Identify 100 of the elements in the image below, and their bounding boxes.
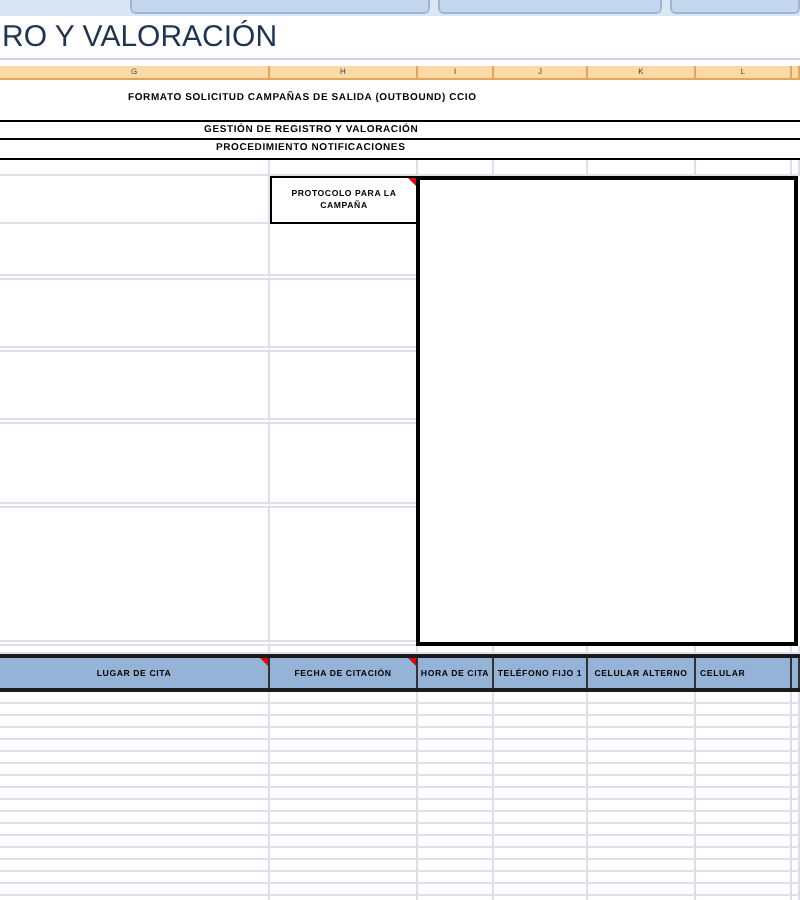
spreadsheet-cell[interactable] xyxy=(270,752,418,764)
spreadsheet-cell[interactable] xyxy=(792,764,800,776)
spreadsheet-cell[interactable] xyxy=(792,884,800,896)
spreadsheet-cell[interactable] xyxy=(696,884,792,896)
spreadsheet-cell[interactable] xyxy=(588,160,696,176)
spreadsheet-cell[interactable] xyxy=(270,872,418,884)
spreadsheet-cell[interactable] xyxy=(418,872,494,884)
spreadsheet-cell[interactable] xyxy=(270,860,418,872)
spreadsheet-cell[interactable] xyxy=(494,824,588,836)
spreadsheet-cell[interactable] xyxy=(588,800,696,812)
spreadsheet-cell[interactable] xyxy=(792,692,800,704)
spreadsheet-cell[interactable] xyxy=(494,704,588,716)
spreadsheet-cell[interactable] xyxy=(588,752,696,764)
spreadsheet-cell[interactable] xyxy=(494,752,588,764)
spreadsheet-cell[interactable] xyxy=(418,800,494,812)
spreadsheet-cell[interactable] xyxy=(0,836,270,848)
spreadsheet-cell[interactable] xyxy=(696,872,792,884)
spreadsheet-cell[interactable] xyxy=(792,788,800,800)
spreadsheet-cell[interactable] xyxy=(696,716,792,728)
spreadsheet-cell[interactable] xyxy=(270,692,418,704)
spreadsheet-cell[interactable] xyxy=(588,788,696,800)
spreadsheet-cell[interactable] xyxy=(0,824,270,836)
spreadsheet-cell[interactable] xyxy=(696,812,792,824)
spreadsheet-cell[interactable] xyxy=(588,776,696,788)
spreadsheet-cell[interactable] xyxy=(696,848,792,860)
spreadsheet-cell[interactable] xyxy=(792,704,800,716)
spreadsheet-cell[interactable] xyxy=(792,752,800,764)
spreadsheet-cell[interactable] xyxy=(494,848,588,860)
spreadsheet-cell[interactable] xyxy=(418,160,494,176)
spreadsheet-cell[interactable] xyxy=(494,764,588,776)
spreadsheet-cell[interactable] xyxy=(494,800,588,812)
spreadsheet-cell[interactable] xyxy=(0,884,270,896)
spreadsheet-cell[interactable] xyxy=(418,704,494,716)
spreadsheet-cell[interactable] xyxy=(696,860,792,872)
spreadsheet-cell[interactable] xyxy=(792,740,800,752)
spreadsheet-cell[interactable] xyxy=(588,692,696,704)
spreadsheet-cell[interactable] xyxy=(418,716,494,728)
spreadsheet-cell[interactable] xyxy=(588,884,696,896)
spreadsheet-cell[interactable] xyxy=(270,740,418,752)
spreadsheet-cell[interactable] xyxy=(792,728,800,740)
spreadsheet-cell[interactable] xyxy=(418,860,494,872)
spreadsheet-cell[interactable] xyxy=(588,764,696,776)
spreadsheet-cell[interactable] xyxy=(0,176,270,224)
dropdown-field[interactable] xyxy=(438,0,662,14)
spreadsheet-cell[interactable] xyxy=(418,764,494,776)
spreadsheet-cell[interactable] xyxy=(696,752,792,764)
spreadsheet-cell[interactable] xyxy=(418,848,494,860)
spreadsheet-cell[interactable] xyxy=(270,160,418,176)
spreadsheet-cell[interactable] xyxy=(270,776,418,788)
spreadsheet-cell[interactable] xyxy=(0,160,270,176)
spreadsheet-cell[interactable] xyxy=(0,352,270,424)
spreadsheet-cell[interactable] xyxy=(588,860,696,872)
spreadsheet-cell[interactable] xyxy=(494,836,588,848)
spreadsheet-cell[interactable] xyxy=(696,740,792,752)
spreadsheet-cell[interactable] xyxy=(418,728,494,740)
spreadsheet-cell[interactable] xyxy=(0,508,270,646)
spreadsheet-cell[interactable] xyxy=(0,800,270,812)
spreadsheet-cell[interactable] xyxy=(0,764,270,776)
spreadsheet-cell[interactable] xyxy=(792,860,800,872)
spreadsheet-cell[interactable] xyxy=(418,884,494,896)
spreadsheet-cell[interactable] xyxy=(792,824,800,836)
spreadsheet-cell[interactable] xyxy=(418,812,494,824)
spreadsheet-cell[interactable] xyxy=(696,824,792,836)
spreadsheet-cell[interactable] xyxy=(792,776,800,788)
spreadsheet-cell[interactable] xyxy=(270,716,418,728)
spreadsheet-cell[interactable] xyxy=(0,424,270,508)
spreadsheet-cell[interactable] xyxy=(588,728,696,740)
spreadsheet-cell[interactable] xyxy=(696,800,792,812)
spreadsheet-cell[interactable] xyxy=(696,764,792,776)
spreadsheet-cell[interactable] xyxy=(792,872,800,884)
spreadsheet-cell[interactable] xyxy=(0,224,270,280)
spreadsheet-cell[interactable] xyxy=(588,848,696,860)
spreadsheet-cell[interactable] xyxy=(0,740,270,752)
spreadsheet-cell[interactable] xyxy=(418,752,494,764)
spreadsheet-cell[interactable] xyxy=(696,704,792,716)
spreadsheet-cell[interactable] xyxy=(0,704,270,716)
spreadsheet-cell[interactable] xyxy=(792,160,800,176)
spreadsheet-cell[interactable] xyxy=(696,788,792,800)
spreadsheet-cell[interactable] xyxy=(418,836,494,848)
spreadsheet-cell[interactable] xyxy=(588,812,696,824)
spreadsheet-cell[interactable] xyxy=(270,704,418,716)
spreadsheet-cell[interactable] xyxy=(270,848,418,860)
dropdown-field[interactable] xyxy=(130,0,430,14)
spreadsheet-cell[interactable] xyxy=(270,884,418,896)
spreadsheet-cell[interactable] xyxy=(696,776,792,788)
spreadsheet-cell[interactable] xyxy=(418,692,494,704)
spreadsheet-cell[interactable] xyxy=(418,824,494,836)
spreadsheet-cell[interactable] xyxy=(696,836,792,848)
spreadsheet-cell[interactable] xyxy=(418,776,494,788)
spreadsheet-cell[interactable] xyxy=(792,836,800,848)
spreadsheet-cell[interactable] xyxy=(588,836,696,848)
spreadsheet-cell[interactable] xyxy=(0,788,270,800)
spreadsheet-cell[interactable] xyxy=(494,692,588,704)
spreadsheet-cell[interactable] xyxy=(0,872,270,884)
spreadsheet-cell[interactable] xyxy=(792,812,800,824)
spreadsheet-cell[interactable] xyxy=(588,872,696,884)
spreadsheet-cell[interactable] xyxy=(0,776,270,788)
spreadsheet-cell[interactable] xyxy=(494,884,588,896)
spreadsheet-cell[interactable] xyxy=(696,728,792,740)
spreadsheet-cell[interactable] xyxy=(0,280,270,352)
